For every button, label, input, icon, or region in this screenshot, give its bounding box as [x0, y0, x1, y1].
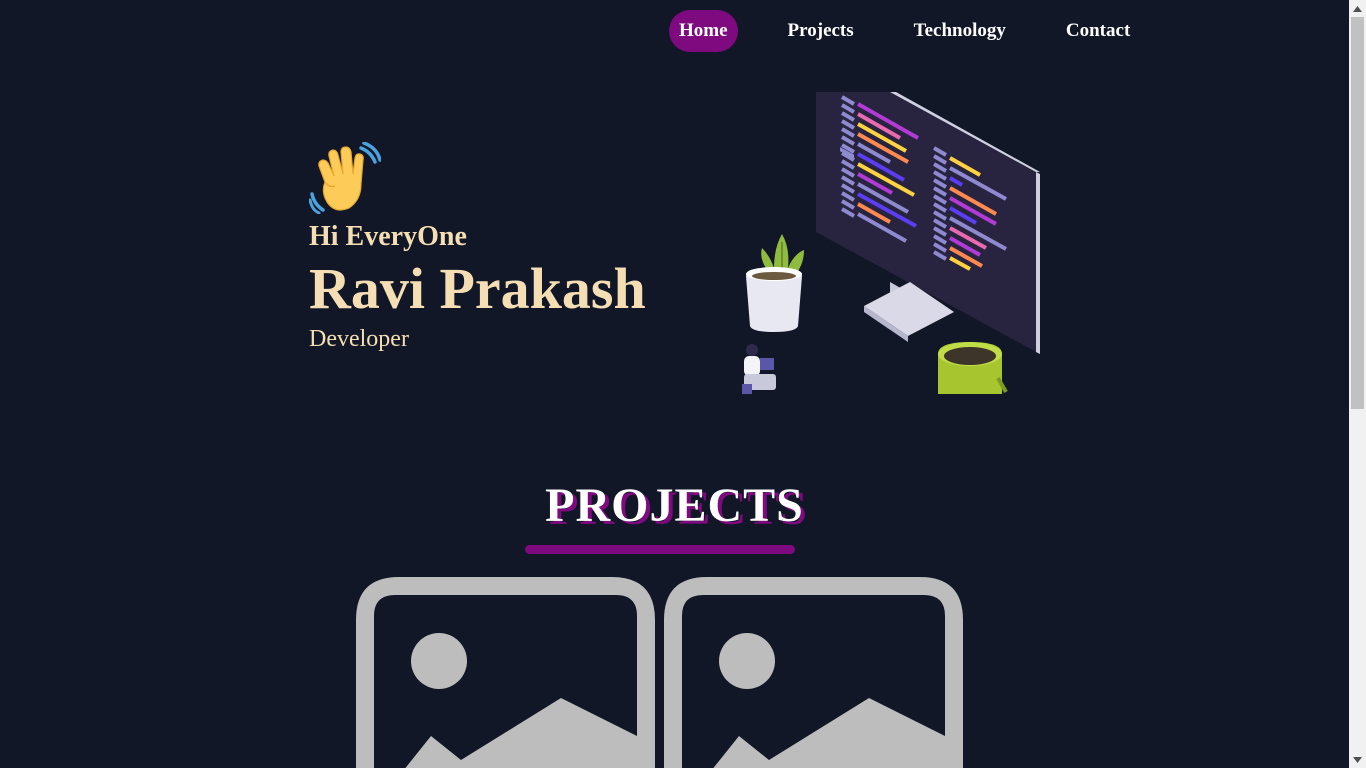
project-card[interactable] [355, 576, 656, 768]
hero-role: Developer [309, 326, 409, 352]
hero-section: Hi EveryOne Ravi Prakash Developer [308, 141, 646, 353]
developer-workspace-illustration [742, 92, 1040, 394]
nav-projects[interactable]: Projects [778, 10, 864, 52]
vertical-scrollbar[interactable] [1349, 0, 1366, 768]
scroll-up-arrow-icon[interactable] [1349, 0, 1366, 17]
scrollbar-thumb[interactable] [1351, 17, 1364, 409]
projects-underline [525, 545, 795, 554]
waving-hand-icon [308, 141, 382, 215]
hero-name: Ravi Prakash [309, 256, 646, 321]
nav-technology[interactable]: Technology [904, 10, 1016, 52]
image-placeholder-icon [356, 577, 655, 768]
project-card[interactable] [663, 576, 964, 768]
nav-contact[interactable]: Contact [1056, 10, 1140, 52]
main-nav: Home Projects Technology Contact [669, 10, 1140, 52]
greeting-text: Hi EveryOne [309, 221, 467, 252]
scroll-down-arrow-icon[interactable] [1349, 751, 1366, 768]
nav-home[interactable]: Home [669, 10, 738, 52]
projects-heading: PROJECTS [545, 479, 804, 532]
image-placeholder-icon [664, 577, 963, 768]
